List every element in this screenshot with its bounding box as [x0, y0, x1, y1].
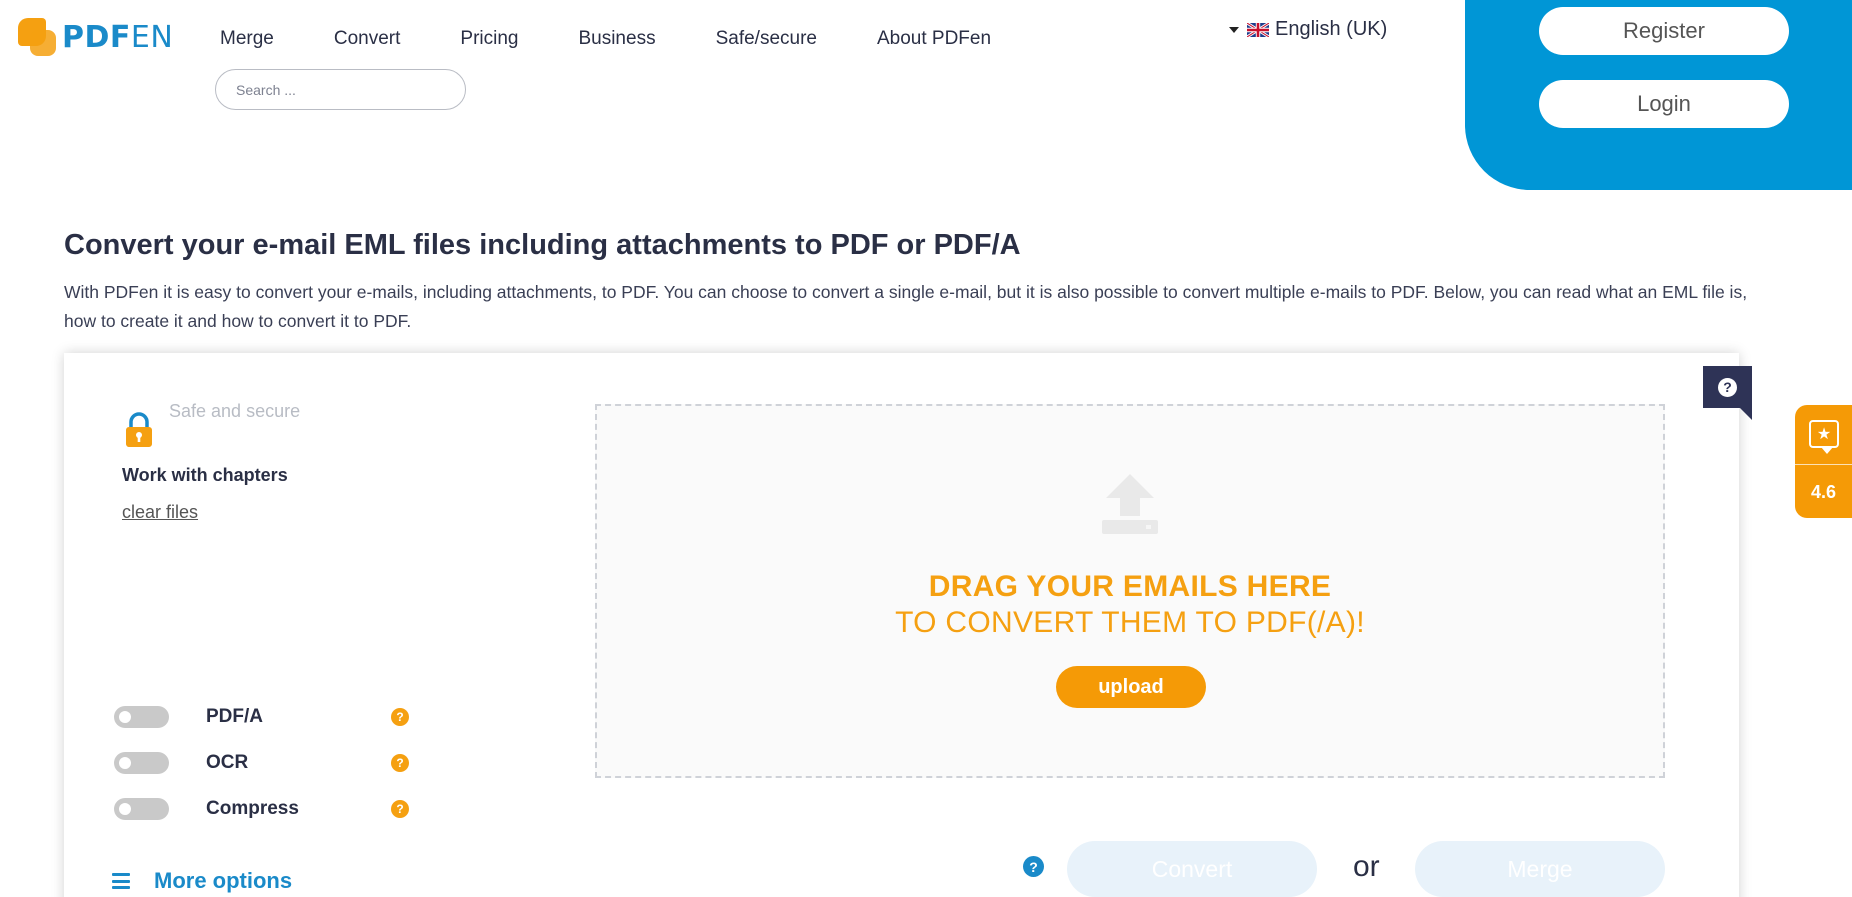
page: PDFEN Merge Convert Pricing Business Saf…	[0, 0, 1852, 897]
register-button[interactable]: Register	[1539, 7, 1789, 55]
upload-button[interactable]: upload	[1056, 666, 1206, 708]
more-options-label: More options	[154, 868, 293, 893]
question-icon: ?	[1718, 377, 1737, 397]
pdfa-toggle[interactable]	[114, 706, 169, 728]
logo-text-en: EN	[130, 19, 174, 55]
compress-label: Compress	[206, 798, 299, 819]
option-pdfa: PDF/A ?	[114, 706, 409, 728]
lock-icon	[126, 412, 152, 447]
work-with-chapters-label[interactable]: Work with chapters	[122, 465, 288, 486]
ocr-help-icon[interactable]: ?	[391, 754, 409, 772]
file-dropzone[interactable]: DRAG YOUR EMAILS HERE TO CONVERT THEM TO…	[595, 404, 1665, 778]
caret-down-icon	[1229, 26, 1239, 33]
drag-headline: DRAG YOUR EMAILS HERE	[928, 570, 1332, 603]
login-button[interactable]: Login	[1539, 80, 1789, 128]
option-compress: Compress ?	[114, 798, 409, 820]
help-tab[interactable]: ?	[1703, 366, 1752, 420]
logo-mark-icon	[18, 18, 58, 56]
language-selector[interactable]: English (UK)	[1229, 18, 1387, 41]
nav-merge[interactable]: Merge	[220, 28, 274, 50]
star-review-icon: ★	[1809, 420, 1839, 454]
or-label: or	[1353, 850, 1380, 883]
compress-help-icon[interactable]: ?	[391, 800, 409, 818]
rating-score: 4.6	[1810, 482, 1837, 502]
language-label: English (UK)	[1275, 18, 1388, 40]
pdfa-label: PDF/A	[206, 706, 263, 727]
merge-button[interactable]: Merge	[1415, 841, 1665, 897]
safe-secure-label: Safe and secure	[169, 401, 301, 421]
search-input[interactable]	[215, 69, 466, 110]
nav-convert[interactable]: Convert	[334, 28, 401, 50]
nav-about[interactable]: About PDFen	[877, 28, 991, 50]
rating-widget[interactable]: ★ 4.6	[1795, 405, 1852, 518]
pdfa-help-icon[interactable]: ?	[391, 708, 409, 726]
convert-help-icon[interactable]: ?	[1023, 856, 1044, 877]
ocr-toggle[interactable]	[114, 752, 169, 774]
convert-button[interactable]: Convert	[1067, 841, 1317, 897]
nav-safe-secure[interactable]: Safe/secure	[716, 28, 817, 50]
drag-subheadline: TO CONVERT THEM TO PDF(/A)!	[895, 606, 1365, 639]
intro-text: With PDFen it is easy to convert your e-…	[64, 282, 1748, 331]
logo-text-pdf: PDF	[62, 19, 131, 55]
pdfen-logo[interactable]: PDFEN	[18, 18, 173, 56]
page-title: Convert your e-mail EML files including …	[64, 229, 1021, 261]
compress-toggle[interactable]	[114, 798, 169, 820]
more-options-button[interactable]: More options	[112, 868, 292, 894]
nav-pricing[interactable]: Pricing	[460, 28, 518, 50]
upload-icon	[1102, 474, 1158, 534]
option-ocr: OCR ?	[114, 752, 409, 774]
clear-files-link[interactable]: clear files	[122, 502, 198, 523]
uk-flag-icon	[1247, 22, 1269, 37]
main-nav: Merge Convert Pricing Business Safe/secu…	[220, 28, 1051, 50]
hamburger-icon	[112, 873, 130, 889]
ocr-label: OCR	[206, 752, 249, 773]
nav-business[interactable]: Business	[578, 28, 655, 50]
